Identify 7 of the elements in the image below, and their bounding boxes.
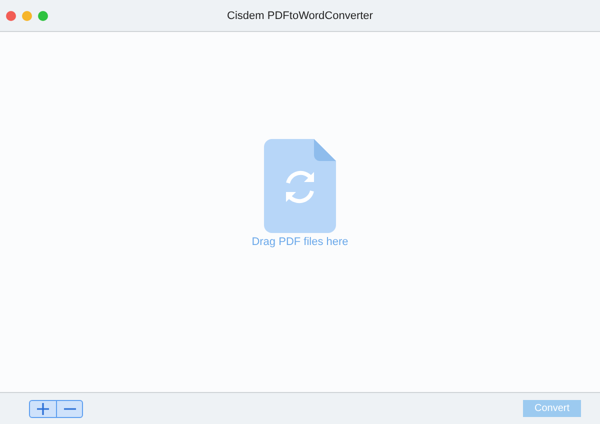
plus-icon [37,402,49,414]
document-sync-icon [264,139,336,233]
close-button[interactable] [6,11,16,21]
minimize-button[interactable] [22,11,32,21]
zoom-button[interactable] [38,11,48,21]
drop-hint: Drag PDF files here [252,236,348,248]
window-title: Cisdem PDFtoWordConverter [227,10,373,22]
